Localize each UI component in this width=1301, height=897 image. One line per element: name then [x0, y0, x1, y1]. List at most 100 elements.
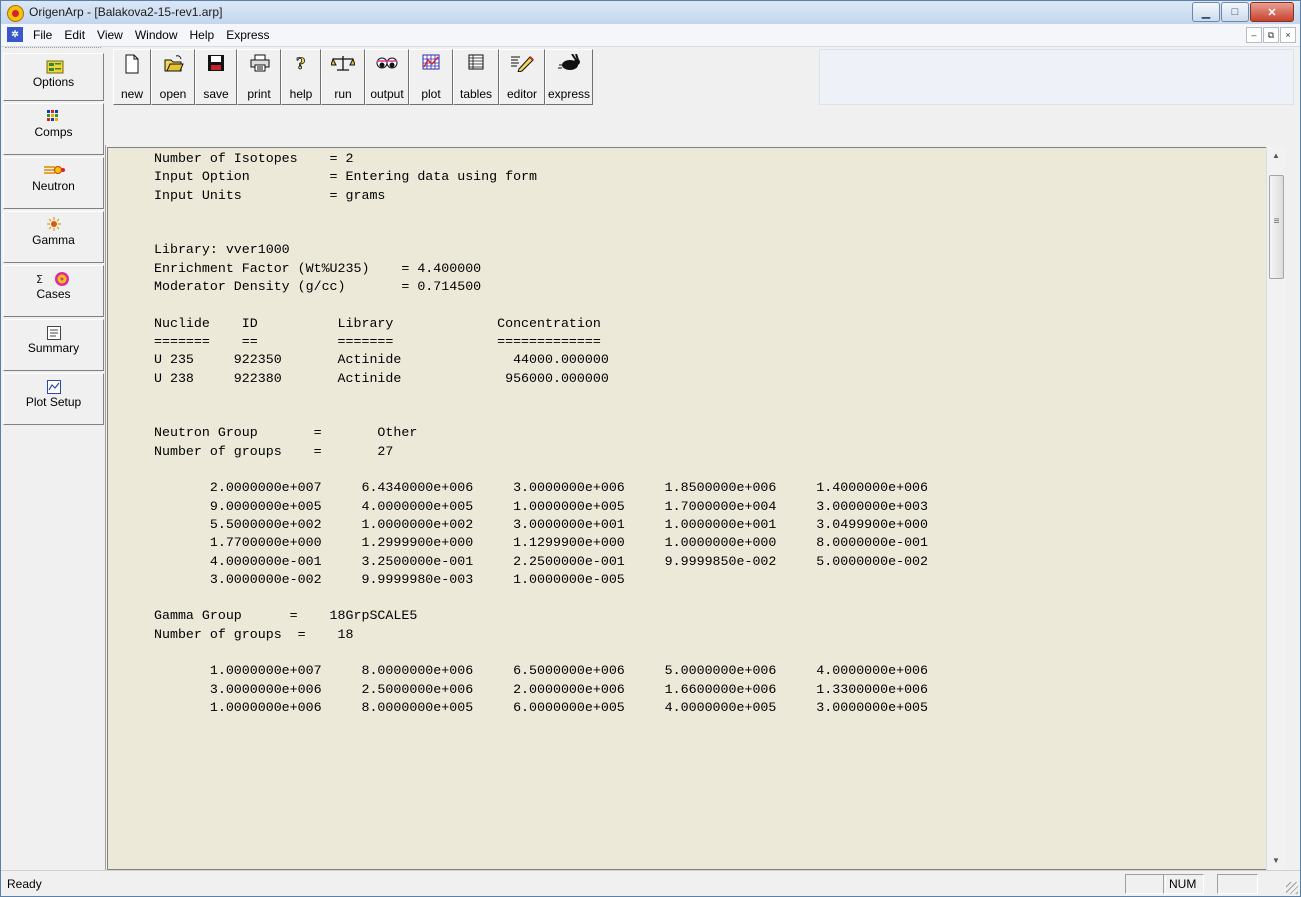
status-bar: Ready NUM [1, 870, 1300, 896]
document-line: 1.0000000e+007 8.0000000e+006 6.5000000e… [209, 663, 929, 679]
summary-icon [46, 325, 62, 340]
comps-icon [46, 109, 62, 123]
toolbar-empty-area [819, 49, 1294, 105]
sidebar-item-comps[interactable]: Comps [3, 103, 104, 155]
document-text: Number of Isotopes = 2 Input Option = En… [154, 150, 928, 717]
floppy-disk-icon [207, 54, 225, 74]
sidebar-item-label: Cases [36, 287, 71, 301]
close-button[interactable]: ✕ [1250, 2, 1294, 22]
document-line: 4.0000000e-001 3.2500000e-001 2.2500000e… [209, 553, 929, 569]
plot-grid-icon [422, 54, 440, 74]
title-bar: OrigenArp - [Balakova2-15-rev1.arp] ▁ □ … [1, 1, 1300, 25]
sidebar-item-options[interactable]: Options [3, 53, 104, 101]
open-folder-icon [164, 54, 184, 74]
menu-file[interactable]: File [27, 27, 58, 43]
express-button[interactable]: express [545, 49, 593, 105]
output-button[interactable]: output [365, 49, 409, 105]
minimize-button[interactable]: ▁ [1192, 2, 1220, 22]
document-line: Number of Isotopes = 2 [154, 151, 354, 166]
maximize-button[interactable]: □ [1221, 2, 1249, 22]
sidebar-item-label: Plot Setup [25, 395, 82, 409]
menu-window[interactable]: Window [129, 27, 184, 43]
gamma-icon [46, 217, 62, 231]
sidebar-item-label: Neutron [32, 179, 75, 193]
document-line: 1.7700000e+000 1.2999900e+000 1.1299900e… [209, 535, 929, 551]
sidebar-grip[interactable] [5, 47, 101, 51]
sidebar-item-label: Options [32, 75, 75, 89]
document-line: 9.0000000e+005 4.0000000e+005 1.0000000e… [209, 498, 929, 514]
sidebar-item-label: Comps [34, 125, 73, 139]
document-line: Nuclide ID Library Concentration [154, 315, 601, 331]
menu-edit[interactable]: Edit [58, 27, 91, 43]
scroll-up-icon[interactable]: ▲ [1267, 147, 1285, 165]
document-line: 3.0000000e-002 9.9999980e-003 1.0000000e… [209, 571, 625, 587]
app-icon[interactable] [7, 5, 24, 22]
mdi-minimize-button[interactable]: – [1246, 27, 1262, 43]
menu-express[interactable]: Express [220, 27, 275, 43]
document-line: 5.5000000e+002 1.0000000e+002 3.0000000e… [209, 516, 929, 532]
mdi-close-button[interactable]: × [1280, 27, 1296, 43]
new-file-icon [123, 54, 141, 74]
document-line: 1.0000000e+006 8.0000000e+005 6.0000000e… [209, 699, 929, 715]
tables-button[interactable]: tables [453, 49, 499, 105]
vertical-scrollbar[interactable]: ▲ ▼ [1266, 147, 1285, 870]
editor-button[interactable]: editor [499, 49, 545, 105]
status-pane-num: NUM [1163, 874, 1204, 894]
document-icon[interactable]: ✲ [7, 27, 23, 42]
document-line: ======= == ======= ============= [154, 333, 601, 349]
document-view[interactable]: Number of Isotopes = 2 Input Option = En… [107, 147, 1267, 870]
document-line: U 238 922380 Actinide 956000.000000 [154, 370, 609, 386]
sidebar-item-plot-setup[interactable]: Plot Setup [3, 373, 104, 425]
toolbar: new open save print ? help run output pl… [105, 47, 1300, 145]
document-line: Neutron Group = Other [154, 425, 418, 441]
pencil-edit-icon [510, 54, 534, 74]
printer-icon [250, 54, 270, 74]
sidebar-item-gamma[interactable]: Gamma [3, 211, 104, 263]
new-button[interactable]: new [113, 49, 151, 105]
sidebar-item-summary[interactable]: Summary [3, 319, 104, 371]
cases-icon: Σ [34, 271, 74, 286]
open-button[interactable]: open [151, 49, 195, 105]
scroll-down-icon[interactable]: ▼ [1267, 852, 1285, 870]
eyes-icon [376, 54, 398, 74]
help-button[interactable]: ? help [281, 49, 321, 105]
document-line: U 235 922350 Actinide 44000.000000 [154, 352, 609, 368]
neutron-icon [43, 163, 65, 177]
help-icon: ? [292, 54, 310, 74]
menu-view[interactable]: View [91, 27, 129, 43]
print-button[interactable]: print [237, 49, 281, 105]
document-line: Number of groups = 18 [154, 626, 354, 642]
app-window: OrigenArp - [Balakova2-15-rev1.arp] ▁ □ … [0, 0, 1301, 897]
table-icon [467, 54, 485, 74]
document-line: Number of groups = 27 [154, 443, 394, 459]
document-line: Input Option = Entering data using form [154, 169, 538, 185]
document-line: 2.0000000e+007 6.4340000e+006 3.0000000e… [209, 480, 929, 496]
document-line: Library: vver1000 [154, 242, 290, 258]
options-icon [46, 59, 63, 74]
run-button[interactable]: run [321, 49, 365, 105]
sidebar-item-neutron[interactable]: Neutron [3, 157, 104, 209]
document-line: Input Units = grams [154, 187, 386, 203]
status-text: Ready [7, 877, 42, 891]
mdi-restore-button[interactable]: ⧉ [1263, 27, 1279, 43]
scroll-thumb[interactable] [1269, 175, 1284, 279]
resize-grip-icon[interactable] [1286, 882, 1298, 894]
status-pane-scroll [1217, 874, 1258, 894]
document-line: Enrichment Factor (Wt%U235) = 4.400000 [154, 260, 482, 276]
menu-bar: ✲ File Edit View Window Help Express – ⧉… [1, 24, 1300, 47]
plot-button[interactable]: plot [409, 49, 453, 105]
save-button[interactable]: save [195, 49, 237, 105]
svg-text:Σ: Σ [36, 273, 43, 286]
document-line: Moderator Density (g/cc) = 0.714500 [154, 279, 482, 295]
menu-help[interactable]: Help [184, 27, 221, 43]
sidebar: Options Comps Neutron Gamma Σ Cases Summ… [1, 47, 106, 872]
balance-scale-icon [330, 54, 356, 74]
document-line: 3.0000000e+006 2.5000000e+006 2.0000000e… [209, 681, 929, 697]
plot-setup-icon [46, 379, 62, 394]
document-line: Gamma Group = 18GrpSCALE5 [154, 608, 418, 624]
window-title: OrigenArp - [Balakova2-15-rev1.arp] [29, 5, 223, 19]
sidebar-item-label: Gamma [32, 233, 75, 247]
sidebar-item-cases[interactable]: Σ Cases [3, 265, 104, 317]
rabbit-icon [557, 53, 581, 74]
sidebar-item-label: Summary [27, 341, 80, 355]
